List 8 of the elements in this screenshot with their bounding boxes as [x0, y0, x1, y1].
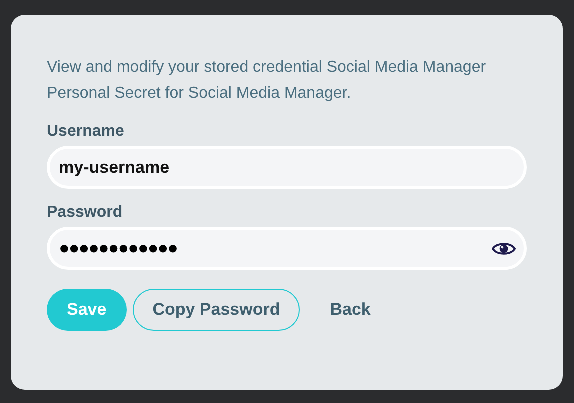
- field-label: Password: [47, 203, 124, 223]
- back-button[interactable]: Back: [306, 289, 395, 331]
- password-field[interactable]: ●●●●●●●●●●●●: [47, 227, 527, 270]
- copy-password-button[interactable]: Copy Password: [132, 289, 300, 331]
- eye-icon[interactable]: [492, 240, 516, 256]
- username-field[interactable]: my-username: [47, 146, 527, 189]
- dialog-description: View and modify your stored credential Social Media Manager Personal Secret for Social Media Manager.: [47, 58, 488, 104]
- field-label: Username: [47, 122, 126, 142]
